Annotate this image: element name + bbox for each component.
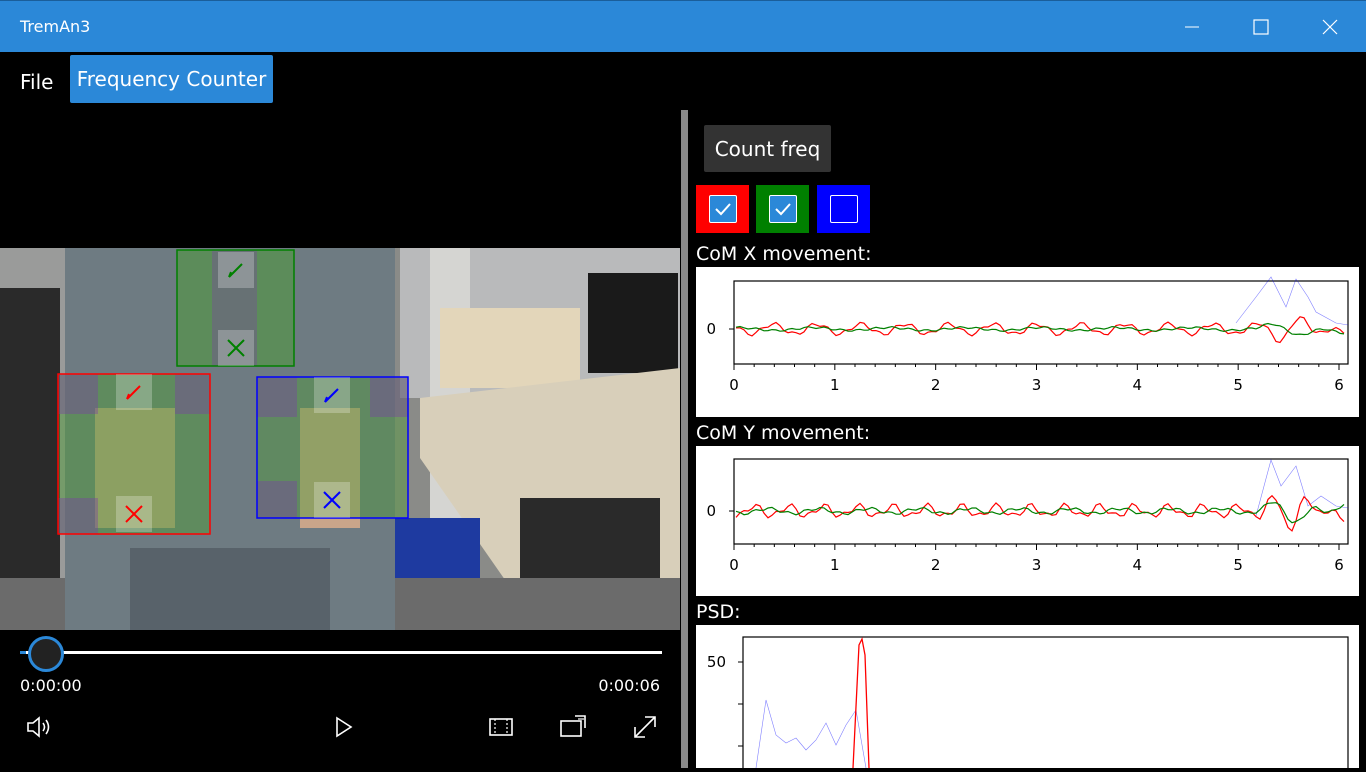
roi-green-toggle[interactable]: [756, 185, 809, 233]
pencil-icon: [126, 385, 141, 400]
maximize-icon: [1253, 19, 1269, 35]
current-time: 0:00:00: [20, 676, 82, 695]
play-icon: [336, 716, 353, 738]
roi-green-remove-button[interactable]: [218, 330, 254, 366]
com-x-chart: 0 0 1 2 3 4 5 6: [696, 267, 1359, 417]
menu-file[interactable]: File: [20, 70, 53, 94]
close-icon: [1322, 19, 1338, 35]
roi-green-edit-button[interactable]: [218, 252, 254, 288]
video-scene: [0, 248, 680, 630]
roi-red-remove-button[interactable]: [116, 496, 152, 532]
seek-bar[interactable]: [22, 651, 662, 654]
x-tick-label: 1: [830, 556, 840, 574]
close-button[interactable]: [1300, 1, 1360, 53]
x-icon: [227, 339, 245, 357]
roi-red-edit-button[interactable]: [116, 374, 152, 410]
video-panel: 0:00:00 0:00:06: [0, 110, 680, 768]
cast-icon: [560, 715, 586, 737]
minimize-icon: [1185, 26, 1199, 28]
menu-bar: File Frequency Counter: [0, 52, 1366, 110]
roi-blue-toggle[interactable]: [817, 185, 870, 233]
roi-red-checkbox[interactable]: [708, 195, 737, 223]
roi-blue-remove-button[interactable]: [314, 482, 350, 518]
x-icon: [125, 505, 143, 523]
x-tick-label: 4: [1133, 376, 1143, 394]
x-tick-label: 2: [931, 556, 941, 574]
com-y-label: CoM Y movement:: [696, 422, 871, 444]
aspect-ratio-button[interactable]: [486, 712, 516, 742]
roi-blue-edit-button[interactable]: [314, 377, 350, 413]
psd-label: PSD:: [696, 601, 741, 623]
seek-thumb[interactable]: [28, 636, 64, 672]
seek-bar-progress: [20, 651, 26, 654]
analysis-panel: Count freq CoM X movement: 0 0 1 2 3 4 5 6 CoM…: [688, 110, 1366, 772]
count-freq-button[interactable]: Count freq: [704, 125, 831, 172]
roi-green-checkbox[interactable]: [768, 195, 797, 223]
check-icon: [714, 203, 731, 216]
volume-icon: [27, 716, 50, 738]
title-bar: TremAn3: [0, 0, 1366, 52]
y-tick-label: 0: [706, 502, 716, 520]
play-button[interactable]: [328, 712, 358, 742]
menu-frequency-counter[interactable]: Frequency Counter: [70, 55, 273, 103]
pencil-icon: [228, 263, 243, 278]
x-tick-label: 0: [729, 556, 739, 574]
aspect-icon: [489, 718, 513, 736]
x-tick-label: 0: [729, 376, 739, 394]
x-tick-label: 5: [1233, 376, 1243, 394]
volume-button[interactable]: [24, 712, 54, 742]
x-tick-label: 4: [1133, 556, 1143, 574]
maximize-button[interactable]: [1231, 1, 1291, 53]
roi-blue-checkbox[interactable]: [829, 195, 858, 223]
x-tick-label: 3: [1032, 376, 1042, 394]
cast-button[interactable]: [558, 712, 588, 742]
x-tick-label: 5: [1233, 556, 1243, 574]
pencil-icon: [324, 388, 339, 403]
y-tick-label: 50: [707, 653, 726, 671]
x-tick-label: 3: [1032, 556, 1042, 574]
check-icon: [774, 203, 791, 216]
minimize-button[interactable]: [1162, 1, 1222, 53]
com-x-label: CoM X movement:: [696, 243, 872, 265]
fullscreen-icon: [634, 716, 656, 738]
com-y-chart: 0 0 1 2 3 4 5 6: [696, 446, 1359, 596]
y-tick-label: 0: [706, 320, 716, 338]
x-tick-label: 6: [1334, 376, 1344, 394]
x-tick-label: 6: [1334, 556, 1344, 574]
panel-splitter[interactable]: [681, 110, 688, 768]
window-title: TremAn3: [20, 17, 91, 36]
fullscreen-button[interactable]: [630, 712, 660, 742]
video-frame[interactable]: [0, 248, 680, 630]
psd-chart: 50: [696, 625, 1359, 772]
total-time: 0:00:06: [598, 676, 660, 695]
x-tick-label: 2: [931, 376, 941, 394]
x-icon: [323, 491, 341, 509]
roi-red-toggle[interactable]: [696, 185, 749, 233]
x-tick-label: 1: [830, 376, 840, 394]
